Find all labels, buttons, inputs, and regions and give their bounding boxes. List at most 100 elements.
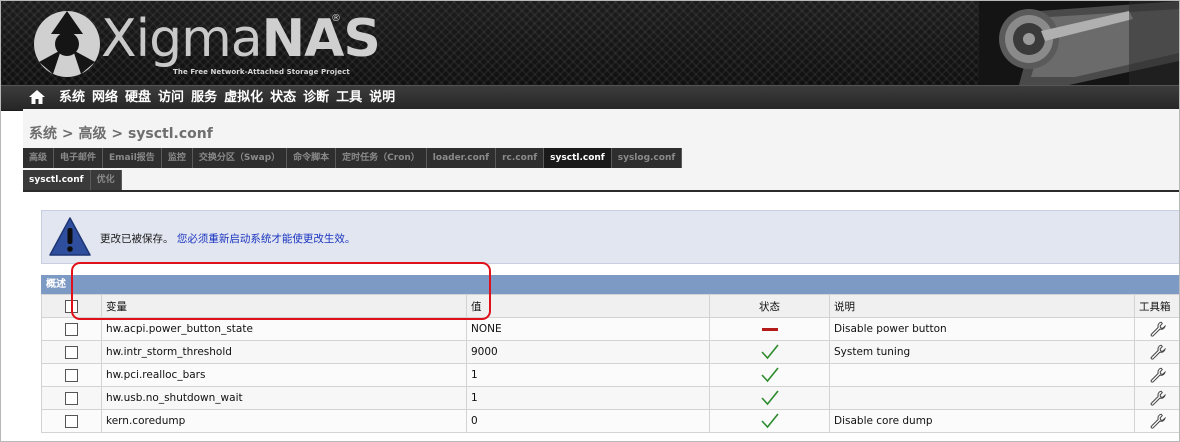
brand-name-part2: NAS bbox=[261, 9, 381, 69]
row-checkbox[interactable] bbox=[65, 414, 78, 428]
registered-mark: ® bbox=[331, 13, 341, 24]
wrench-icon[interactable] bbox=[1150, 344, 1166, 360]
status-disabled-icon bbox=[761, 327, 778, 331]
toolbox-cell bbox=[1134, 363, 1179, 387]
status-cell bbox=[709, 340, 830, 364]
tabs-row1-tab-3[interactable]: 监控 bbox=[161, 148, 193, 168]
tabs-row1-tab-5[interactable]: 命令脚本 bbox=[287, 148, 337, 168]
row-select-cell bbox=[41, 363, 102, 387]
tabs-row1-tab-4[interactable]: 交换分区（Swap） bbox=[192, 148, 288, 168]
status-check-icon bbox=[760, 344, 779, 360]
section-header: 概述 bbox=[41, 275, 1179, 294]
tabs-row2-tab-0[interactable]: sysctl.conf bbox=[23, 170, 91, 190]
main-panel: 更改已被保存。 您必须重新启动系统才能使更改生效。 概述 变量 值 状态 说明 … bbox=[23, 192, 1179, 441]
xigmanas-logo-icon bbox=[34, 11, 100, 77]
tab-bar-primary: 高级 电子邮件 Email报告 监控 交换分区（Swap） 命令脚本 定时任务（Cron） l… bbox=[23, 148, 683, 168]
tab-bar-secondary: sysctl.conf 优化 bbox=[23, 170, 122, 190]
nav-item-7[interactable]: 诊断 bbox=[301, 90, 334, 106]
row-select-cell bbox=[41, 386, 102, 410]
value-cell: 0 bbox=[466, 409, 710, 433]
status-check-icon bbox=[760, 367, 779, 383]
column-header-description: 说明 bbox=[829, 294, 1135, 318]
table-row[interactable]: hw.pci.realloc_bars 1 bbox=[41, 363, 1179, 387]
description-cell bbox=[829, 363, 1135, 387]
toolbox-cell bbox=[1134, 340, 1179, 364]
content-area: 系统 > 高级 > sysctl.conf 高级 电子邮件 Email报告 监控 交换分… bbox=[23, 109, 1179, 441]
status-check-icon bbox=[760, 413, 779, 429]
column-header-value: 值 bbox=[466, 294, 710, 318]
row-select-cell bbox=[41, 317, 102, 341]
row-checkbox[interactable] bbox=[65, 345, 78, 359]
variable-cell: hw.intr_storm_threshold bbox=[101, 340, 467, 364]
wrench-icon[interactable] bbox=[1150, 321, 1166, 337]
breadcrumb: 系统 > 高级 > sysctl.conf bbox=[29, 126, 213, 142]
tabs-row1-tab-9[interactable]: sysctl.conf bbox=[544, 148, 612, 168]
wrench-icon[interactable] bbox=[1150, 390, 1166, 406]
row-checkbox[interactable] bbox=[65, 368, 78, 382]
nav-item-1[interactable]: 网络 bbox=[90, 90, 123, 106]
wrench-icon[interactable] bbox=[1150, 367, 1166, 383]
row-checkbox[interactable] bbox=[65, 391, 78, 405]
sysctl-table: 变量 值 状态 说明 工具箱 hw.acpi.power_button_stat… bbox=[41, 294, 1179, 433]
nav-item-2[interactable]: 硬盘 bbox=[123, 90, 156, 106]
toolbox-cell bbox=[1134, 317, 1179, 341]
table-row[interactable]: hw.intr_storm_threshold 9000 System tuning bbox=[41, 340, 1179, 364]
variable-cell: hw.usb.no_shutdown_wait bbox=[101, 386, 467, 410]
column-header-status: 状态 bbox=[709, 294, 830, 318]
tabs-row1-tab-7[interactable]: loader.conf bbox=[426, 148, 497, 168]
nav-item-3[interactable]: 访问 bbox=[156, 90, 189, 106]
tabs-row1-tab-8[interactable]: rc.conf bbox=[496, 148, 545, 168]
description-cell: Disable core dump bbox=[829, 409, 1135, 433]
main-nav: 系统 网络 硬盘 访问 服务 虚拟化 状态 诊断 工具 说明 bbox=[1, 85, 1179, 111]
value-cell: 9000 bbox=[466, 340, 710, 364]
description-cell: Disable power button bbox=[829, 317, 1135, 341]
status-cell bbox=[709, 409, 830, 433]
variable-cell: kern.coredump bbox=[101, 409, 467, 433]
brand-tagline: The Free Network-Attached Storage Projec… bbox=[173, 68, 350, 76]
hard-drive-art-icon bbox=[979, 1, 1179, 85]
row-select-cell bbox=[41, 340, 102, 364]
tabs-row1-tab-1[interactable]: 电子邮件 bbox=[54, 148, 104, 168]
tabs-row1-tab-10[interactable]: syslog.conf bbox=[611, 148, 683, 168]
nav-item-9[interactable]: 说明 bbox=[367, 90, 400, 106]
nav-item-0[interactable]: 系统 bbox=[57, 90, 90, 106]
tabs-row1-tab-2[interactable]: Email报告 bbox=[103, 148, 162, 168]
tabs-row1-tab-0[interactable]: 高级 bbox=[23, 148, 55, 168]
warning-icon bbox=[49, 217, 91, 256]
nav-item-6[interactable]: 状态 bbox=[268, 90, 301, 106]
info-message-box: 更改已被保存。 您必须重新启动系统才能使更改生效。 bbox=[41, 210, 1179, 264]
status-check-icon bbox=[760, 390, 779, 406]
message-reboot-text: 您必须重新启动系统才能使更改生效。 bbox=[176, 233, 356, 245]
table-row[interactable]: hw.usb.no_shutdown_wait 1 bbox=[41, 386, 1179, 410]
home-icon[interactable] bbox=[29, 90, 45, 104]
value-cell: 1 bbox=[466, 386, 710, 410]
status-cell bbox=[709, 317, 830, 341]
table-row[interactable]: kern.coredump 0 Disable core dump bbox=[41, 409, 1179, 433]
description-cell bbox=[829, 386, 1135, 410]
nav-item-5[interactable]: 虚拟化 bbox=[222, 90, 268, 106]
description-cell: System tuning bbox=[829, 340, 1135, 364]
wrench-icon[interactable] bbox=[1150, 413, 1166, 429]
tabs-row2-tab-1[interactable]: 优化 bbox=[90, 170, 122, 190]
section-title: 概述 bbox=[46, 279, 66, 290]
status-message: 更改已被保存。 您必须重新启动系统才能使更改生效。 bbox=[100, 231, 355, 246]
brand-name-part1: Xigma bbox=[101, 9, 263, 69]
row-checkbox[interactable] bbox=[65, 322, 78, 336]
select-all-checkbox[interactable] bbox=[65, 299, 78, 313]
tabs-row1-tab-6[interactable]: 定时任务（Cron） bbox=[336, 148, 427, 168]
select-all-column bbox=[41, 294, 102, 318]
status-cell bbox=[709, 363, 830, 387]
header-banner: XigmaNAS ® The Free Network-Attached Sto… bbox=[1, 1, 1179, 85]
table-row[interactable]: hw.acpi.power_button_state NONE Disable po… bbox=[41, 317, 1179, 341]
toolbox-cell bbox=[1134, 409, 1179, 433]
nav-item-4[interactable]: 服务 bbox=[189, 90, 222, 106]
variable-cell: hw.pci.realloc_bars bbox=[101, 363, 467, 387]
toolbox-cell bbox=[1134, 386, 1179, 410]
status-cell bbox=[709, 386, 830, 410]
value-cell: NONE bbox=[466, 317, 710, 341]
variable-cell: hw.acpi.power_button_state bbox=[101, 317, 467, 341]
table-header-row: 变量 值 状态 说明 工具箱 bbox=[41, 294, 1179, 318]
app-window: XigmaNAS ® The Free Network-Attached Sto… bbox=[0, 0, 1180, 442]
column-header-variable: 变量 bbox=[101, 294, 467, 318]
nav-item-8[interactable]: 工具 bbox=[334, 90, 367, 106]
